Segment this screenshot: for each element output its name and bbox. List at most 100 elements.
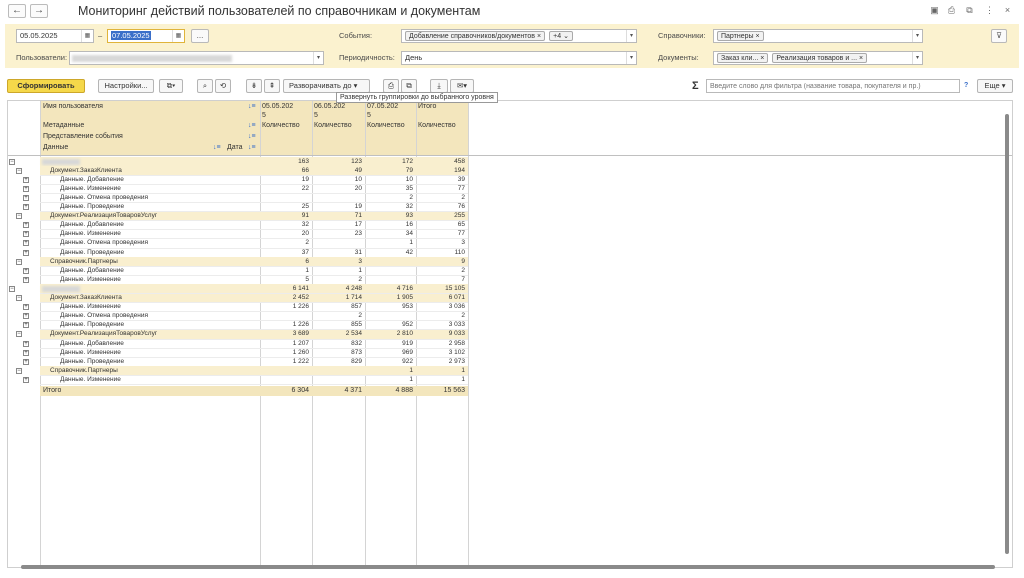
- events-field[interactable]: Добавление справочников/документов × +4 …: [401, 29, 637, 43]
- print-icon[interactable]: ⎙: [383, 79, 399, 93]
- collapse-icon[interactable]: −: [16, 367, 22, 374]
- cell-value: 31: [354, 248, 362, 256]
- expand-icon[interactable]: +: [23, 376, 29, 383]
- cell-value: 79: [405, 166, 413, 174]
- row-label: Данные. Проведение: [60, 357, 125, 365]
- cell-value: 6 071: [448, 294, 465, 301]
- expand-icon[interactable]: +: [23, 304, 29, 311]
- cell-value: 19: [301, 175, 309, 183]
- cell-value: 3 102: [448, 348, 465, 356]
- documents-field[interactable]: Заказ кли... × Реализация товаров и ... …: [713, 51, 923, 65]
- search-input[interactable]: [706, 79, 960, 93]
- cell-value: 255: [454, 212, 465, 220]
- catalogs-field[interactable]: Партнеры × ▾: [713, 29, 923, 43]
- variant-menu-button[interactable]: ⧉▾: [159, 79, 183, 93]
- collapse-icon[interactable]: −: [16, 331, 22, 338]
- print-icon[interactable]: ⎙: [946, 5, 957, 16]
- scrollbar-thumb[interactable]: [1005, 114, 1009, 554]
- scrollbar-thumb[interactable]: [21, 565, 995, 569]
- events-tag: Добавление справочников/документов ×: [405, 31, 546, 41]
- sort-icon[interactable]: ↓≡: [248, 102, 256, 111]
- cell-value: 20: [354, 184, 362, 192]
- filter-icon[interactable]: ⊽: [991, 29, 1007, 43]
- vertical-scrollbar[interactable]: [1003, 100, 1011, 568]
- periodicity-select[interactable]: День ▾: [401, 51, 637, 65]
- expand-icon[interactable]: +: [23, 240, 29, 247]
- expand-icon[interactable]: ⇞: [264, 79, 280, 93]
- sort-icon[interactable]: ↓≡: [248, 143, 256, 152]
- column-header-subline: 5: [314, 112, 318, 119]
- expand-icon[interactable]: +: [23, 204, 29, 210]
- date-from-field[interactable]: 05.05.2025 ▦: [16, 29, 94, 43]
- cell-value: 19: [354, 203, 362, 210]
- expand-icon[interactable]: +: [23, 358, 29, 365]
- expand-icon[interactable]: +: [23, 322, 29, 329]
- sort-icon[interactable]: ↓≡: [213, 143, 221, 152]
- header-divider: [8, 155, 1012, 156]
- generate-button[interactable]: Сформировать: [7, 79, 85, 93]
- cell-value: 65: [457, 221, 465, 229]
- find-next-icon[interactable]: ⟲: [215, 79, 231, 93]
- header-data: Данные: [43, 144, 69, 151]
- download-icon[interactable]: ⤓: [430, 79, 448, 93]
- date-to-field[interactable]: 07.05.2025 ▦: [107, 29, 185, 43]
- collapse-icon[interactable]: −: [16, 258, 22, 265]
- cell-value: 952: [402, 321, 413, 329]
- expand-icon[interactable]: +: [23, 176, 29, 183]
- back-button[interactable]: ←: [8, 4, 26, 18]
- page-title: Мониторинг действий пользователей по спр…: [78, 4, 481, 18]
- preview-icon[interactable]: ⧉: [964, 5, 975, 16]
- close-icon[interactable]: ×: [1002, 5, 1013, 16]
- expand-icon[interactable]: +: [23, 267, 29, 274]
- cell-value: 16: [405, 221, 413, 229]
- chevron-down-icon[interactable]: ▾: [626, 52, 636, 64]
- period-select-button[interactable]: ...: [191, 29, 209, 43]
- column-measure-label: Количество: [418, 122, 456, 129]
- collapse-icon[interactable]: −: [9, 285, 15, 292]
- chevron-down-icon[interactable]: ▾: [313, 52, 323, 64]
- calendar-icon[interactable]: ▦: [172, 30, 184, 42]
- more-icon[interactable]: ⋮: [984, 5, 995, 16]
- horizontal-scrollbar[interactable]: [7, 564, 1007, 570]
- report-table[interactable]: Имя пользователя Метаданные Представление …: [7, 100, 1013, 568]
- chevron-down-icon[interactable]: ▾: [912, 52, 922, 64]
- collapse-icon[interactable]: ⇟: [246, 79, 262, 93]
- calendar-icon[interactable]: ▦: [81, 30, 93, 42]
- events-more-tag[interactable]: +4 ⌄: [549, 31, 573, 41]
- sum-icon[interactable]: Σ: [692, 80, 699, 92]
- expand-to-button[interactable]: Разворачивать до ▾: [283, 79, 370, 93]
- chevron-down-icon[interactable]: ▾: [626, 30, 636, 42]
- expand-icon[interactable]: +: [23, 185, 29, 192]
- row-label: Данные. Изменение: [60, 230, 121, 238]
- users-field[interactable]: ▾: [69, 51, 324, 65]
- more-button[interactable]: Еще ▾: [977, 79, 1013, 93]
- row-label: Данные. Изменение: [60, 184, 121, 192]
- preview-icon[interactable]: ⧉: [401, 79, 417, 93]
- expand-icon[interactable]: +: [23, 194, 29, 201]
- expand-icon[interactable]: +: [23, 276, 29, 283]
- cell-value: 9 033: [448, 330, 465, 338]
- date-to-value: 07.05.2025: [111, 31, 151, 40]
- collapse-icon[interactable]: −: [16, 295, 22, 301]
- expand-icon[interactable]: +: [23, 349, 29, 356]
- expand-icon[interactable]: +: [23, 340, 29, 347]
- expand-icon[interactable]: +: [23, 313, 29, 320]
- group-label: Справочник.Партнеры: [50, 257, 118, 265]
- cell-value: 832: [351, 339, 362, 347]
- expand-icon[interactable]: +: [23, 222, 29, 229]
- save-icon[interactable]: ▣: [929, 5, 940, 16]
- expand-icon[interactable]: +: [23, 249, 29, 256]
- forward-button[interactable]: →: [30, 4, 48, 18]
- expand-icon[interactable]: +: [23, 231, 29, 238]
- collapse-icon[interactable]: −: [16, 213, 22, 220]
- mail-icon[interactable]: ✉▾: [450, 79, 474, 93]
- settings-button[interactable]: Настройки...: [98, 79, 154, 93]
- collapse-icon[interactable]: −: [9, 158, 15, 165]
- cell-value: 34: [405, 230, 413, 238]
- collapse-icon[interactable]: −: [16, 167, 22, 174]
- search-icon[interactable]: ⌕: [197, 79, 213, 93]
- help-icon[interactable]: ?: [964, 81, 968, 90]
- sort-icon[interactable]: ↓≡: [248, 132, 256, 141]
- sort-icon[interactable]: ↓≡: [248, 121, 256, 130]
- chevron-down-icon[interactable]: ▾: [912, 30, 922, 42]
